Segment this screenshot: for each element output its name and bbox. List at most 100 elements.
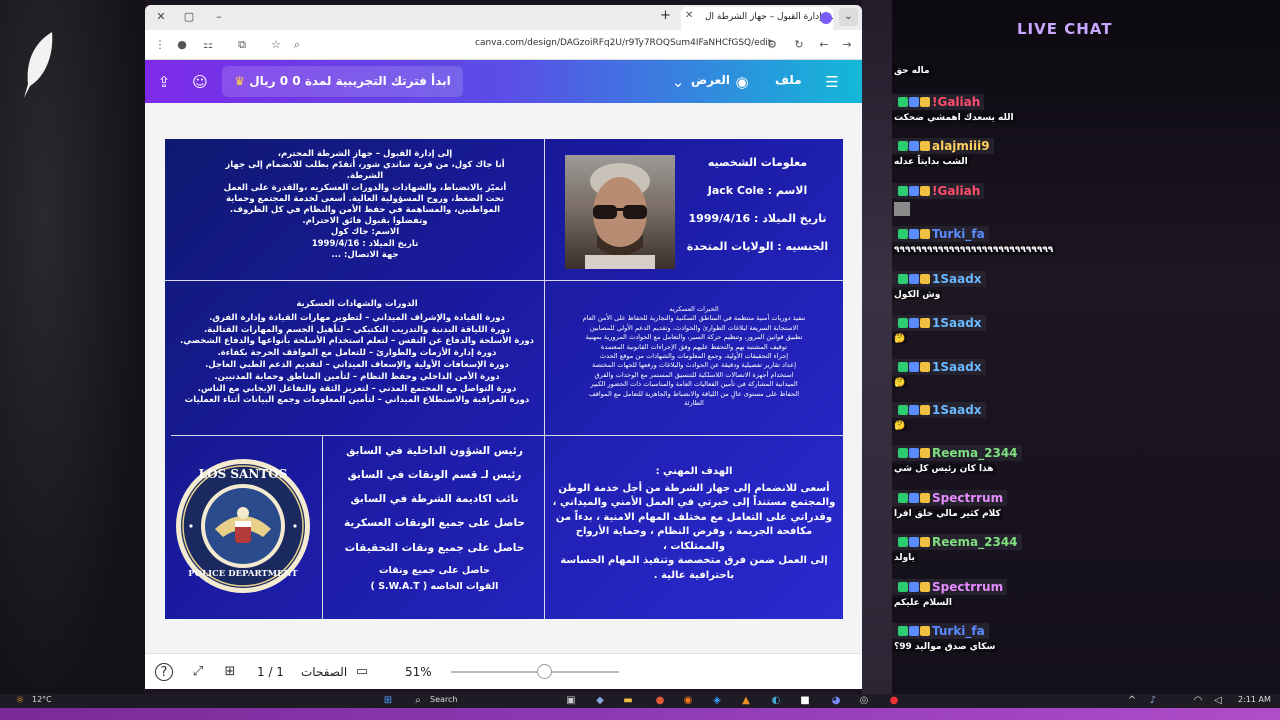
chat-username[interactable]: Turki_fa [892,226,989,242]
course-item: دورة الإسعافات الأولية والإسعاف الميداني… [205,359,509,370]
url-field[interactable]: canva.com/design/DAGzoiRFq2U/r9Ty7ROQSum… [475,38,771,48]
forward-icon[interactable]: → [840,38,854,52]
pages-icon[interactable]: ▭ [353,663,371,681]
zoom-slider[interactable] [451,671,619,673]
search-icon[interactable]: ⌕ [410,695,426,707]
task-view-icon[interactable]: ▣ [563,695,579,707]
maximize-icon[interactable]: ▢ [181,9,197,25]
design-page[interactable]: إلى إدارة القبول – جهاز الشرطة المحترم، … [165,139,843,619]
search-box[interactable]: Search [430,695,457,704]
desktop-background [0,0,145,720]
chat-username[interactable]: 1Saadx [892,402,986,418]
zoom-icon[interactable]: ⌕ [290,38,304,52]
seal-bottom-text: POLICE DEPARTMENT [188,569,298,579]
minimize-icon[interactable]: – [211,9,227,25]
chat-username[interactable]: Turki_fa [892,623,989,639]
extension-icon[interactable]: ⚏ [201,38,215,52]
chat-username-text: 1Saadx [932,360,982,374]
chat-username[interactable]: Spectrrum [892,579,1008,595]
chat-username-text: !Galiah [932,184,981,198]
add-people-icon[interactable]: ☺ [189,71,211,93]
chat-badge-icon [898,229,908,239]
tab-list-icon[interactable]: ⌄ [839,8,858,26]
chat-badge-icon [909,274,919,284]
file-explorer-icon[interactable]: ▬ [620,695,636,707]
chat-username[interactable]: 1Saadx [892,271,986,287]
new-tab-icon[interactable]: + [660,8,671,23]
site-settings-icon[interactable]: ⚙ [765,38,779,52]
start-trial-button[interactable]: ♛ ابدأ فترتك التجريبية لمدة 0 0 ريال سعو… [222,66,463,119]
tab-canva[interactable]: ✕ إلى إدارة القبول – جهاز الشرطة ال... [681,7,833,30]
chat-username[interactable]: alajmiii9 [892,138,994,154]
personal-info: معلومات الشخصيه الاسم : Jack Cole تاريخ … [675,149,840,261]
chat-username-text: !Galiah [932,95,981,109]
close-window-icon[interactable]: ✕ [153,9,169,25]
chat-username[interactable]: Spectrrum [892,490,1008,506]
volume-icon[interactable]: ◁ [1210,695,1226,707]
position-item: حاصل على جميع الونقات العسكرية [343,517,526,529]
app-icon[interactable]: ● [652,695,668,707]
menu-dots-icon[interactable]: ⋮ [153,38,167,52]
chat-username-text: 1Saadx [932,403,982,417]
letter-line: الاسم: جاك كول [330,227,400,238]
chat-message-text: السلام عليكم [892,598,954,608]
chat-badge-icon [920,97,930,107]
chat-username[interactable]: 1Saadx [892,359,986,375]
chat-badge-icon [898,186,908,196]
zoom-slider-handle[interactable] [536,664,552,679]
weather-icon[interactable]: ☼ [12,695,28,707]
experience-item: الميدانية المشاركة في تأمين الفعاليات ال… [590,380,798,389]
chat-badge-icon [898,141,908,151]
courses-section: الدورات والشهادات العسكرية دورة القيادة … [173,299,541,407]
app-icon[interactable]: ● [886,695,902,707]
chat-message-text: الشب بدايتاً عدله [892,157,970,167]
grid-view-icon[interactable]: ⊞ [221,663,239,681]
chat-badge-icon [920,405,930,415]
letter-line: إلى إدارة القبول – جهاز الشرطة المحترم، [277,149,453,159]
reload-icon[interactable]: ↻ [792,38,806,52]
view-button[interactable]: العرض [691,73,730,87]
file-menu-button[interactable]: ملف [775,73,802,87]
chat-badge-icon [920,274,930,284]
steam-icon[interactable]: ◎ [856,695,872,707]
experience-section: الخبرات العسكريه تنفيذ دوريات أمنية منتظ… [549,305,839,408]
app-icon[interactable]: ◐ [768,695,784,707]
firefox-icon[interactable]: ◉ [680,695,696,707]
hamburger-menu-icon[interactable]: ☰ [821,71,843,93]
fullscreen-icon[interactable]: ⤢ [189,663,207,681]
canvas-workspace: إلى إدارة القبول – جهاز الشرطة المحترم، … [145,103,862,653]
chat-username[interactable]: 1Saadx [892,315,986,331]
goal-line: أسعى للانضمام إلى جهاز الشرطة من أجل خدم… [558,482,830,494]
puzzle-icon[interactable]: ⧉ [235,38,249,52]
police-seal: LOS SANTOS POLICE DEPARTMENT [175,457,311,595]
chat-image-thumbnail[interactable] [894,202,910,216]
start-icon[interactable]: ⊞ [380,695,396,707]
chat-badge-icon [920,186,930,196]
eye-icon[interactable]: ◉ [731,71,753,93]
chevron-down-icon[interactable]: ⌄ [667,71,689,93]
tray-chevron-icon[interactable]: ^ [1124,695,1140,707]
app-icon[interactable]: ▲ [738,695,754,707]
app-icon[interactable]: ■ [797,695,813,707]
back-icon[interactable]: ← [817,38,831,52]
experience-item: تنفيذ دوريات أمنية منتظمة في المناطق الس… [582,314,806,323]
chat-username[interactable]: Reema_2344 [892,534,1022,550]
wifi-icon[interactable]: ◠ [1190,695,1206,707]
experience-item: الاستجابة السريعة لبلاغات الطوارئ والحوا… [589,323,799,332]
share-icon[interactable]: ⇪ [153,71,175,93]
app-icon[interactable]: ◆ [592,695,608,707]
chat-message-text: هذا كان رئيس كل شي [892,464,996,474]
profile-icon[interactable]: ● [175,38,189,52]
pages-button[interactable]: الصفحات [301,665,347,679]
discord-icon[interactable]: ◕ [828,695,844,707]
help-icon[interactable]: ? [155,663,173,681]
close-tab-icon[interactable]: ✕ [685,10,693,21]
star-icon[interactable]: ☆ [269,38,283,52]
chat-username[interactable]: !Galiah [892,94,985,110]
app-icon[interactable]: ◈ [709,695,725,707]
chat-username-text: Reema_2344 [932,446,1018,460]
mic-icon[interactable]: ♪ [1145,695,1161,707]
chat-username[interactable]: Reema_2344 [892,445,1022,461]
chat-username[interactable]: !Galiah [892,183,985,199]
course-item: دورة اللياقة البدنية والتدريب التكتيكي –… [203,324,511,335]
